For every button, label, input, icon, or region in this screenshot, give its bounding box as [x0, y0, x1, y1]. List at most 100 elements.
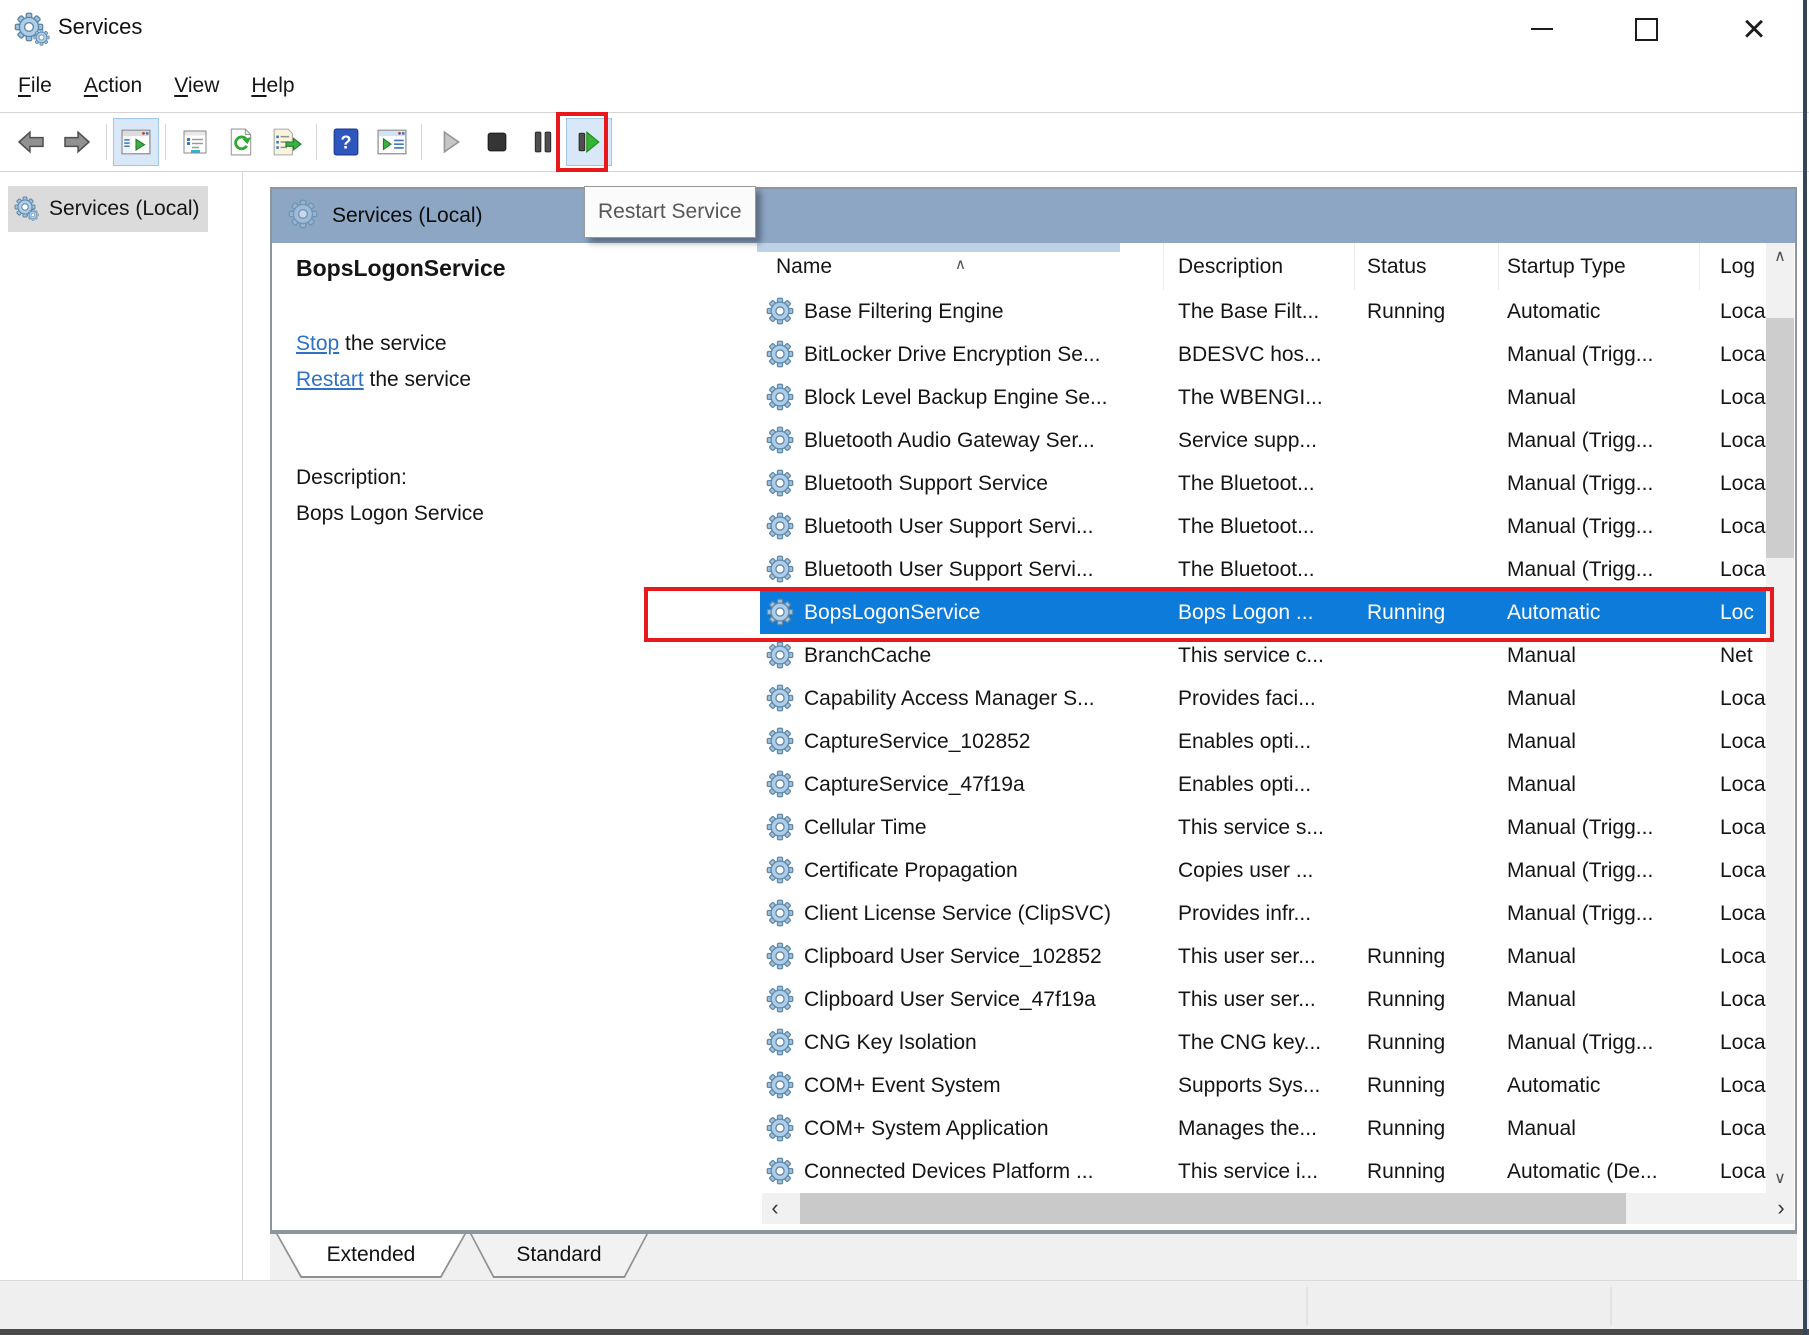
- service-row[interactable]: Block Level Backup Engine Se... The WBEN…: [760, 376, 1766, 419]
- help-button[interactable]: ?: [323, 118, 369, 166]
- service-row[interactable]: Connected Devices Platform ... This serv…: [760, 1150, 1766, 1193]
- forward-button[interactable]: [54, 118, 100, 166]
- maximize-button[interactable]: [1618, 0, 1674, 58]
- service-description: This user ser...: [1164, 978, 1355, 1021]
- service-row[interactable]: CNG Key Isolation The CNG key... Running…: [760, 1021, 1766, 1064]
- service-log-on-as: Loca: [1700, 763, 1766, 806]
- service-description: The Bluetoot...: [1164, 505, 1355, 548]
- service-row[interactable]: COM+ System Application Manages the... R…: [760, 1107, 1766, 1150]
- refresh-button[interactable]: [218, 118, 264, 166]
- show-console-tree-button[interactable]: [113, 118, 159, 166]
- back-button[interactable]: [8, 118, 54, 166]
- service-row[interactable]: BitLocker Drive Encryption Se... BDESVC …: [760, 333, 1766, 376]
- service-row[interactable]: Clipboard User Service_47f19a This user …: [760, 978, 1766, 1021]
- service-description: The Bluetoot...: [1164, 462, 1355, 505]
- service-name: CNG Key Isolation: [804, 1021, 977, 1064]
- service-action-link[interactable]: Stop: [296, 332, 339, 355]
- title-bar: Services ×: [0, 0, 1809, 60]
- service-row[interactable]: Bluetooth User Support Servi... The Blue…: [760, 548, 1766, 591]
- show-extended-view-button[interactable]: [369, 118, 415, 166]
- service-row[interactable]: CaptureService_47f19a Enables opti... Ma…: [760, 763, 1766, 806]
- properties-button[interactable]: [172, 118, 218, 166]
- service-row[interactable]: Bluetooth Audio Gateway Ser... Service s…: [760, 419, 1766, 462]
- service-row[interactable]: COM+ Event System Supports Sys... Runnin…: [760, 1064, 1766, 1107]
- toolbar-separator: [106, 124, 107, 160]
- service-status: [1355, 720, 1499, 763]
- close-button[interactable]: ×: [1726, 0, 1782, 58]
- vertical-scrollbar-thumb[interactable]: [1766, 318, 1794, 558]
- service-row[interactable]: Certificate Propagation Copies user ... …: [760, 849, 1766, 892]
- service-gear-icon: [766, 1114, 796, 1144]
- service-row[interactable]: Bluetooth User Support Servi... The Blue…: [760, 505, 1766, 548]
- service-row[interactable]: Cellular Time This service s... Manual (…: [760, 806, 1766, 849]
- column-header-log[interactable]: Log: [1700, 243, 1766, 290]
- sort-ascending-icon: ∧: [955, 243, 966, 288]
- menu-file[interactable]: File: [2, 74, 68, 98]
- service-row[interactable]: CaptureService_102852 Enables opti... Ma…: [760, 720, 1766, 763]
- service-status: Running: [1355, 1021, 1499, 1064]
- result-pane-header: Services (Local): [272, 189, 1795, 243]
- service-status: Running: [1355, 1150, 1499, 1193]
- service-startup-type: Automatic: [1499, 591, 1700, 634]
- service-name: Connected Devices Platform ...: [804, 1150, 1093, 1193]
- menu-help[interactable]: Help: [235, 74, 310, 98]
- service-action-link[interactable]: Restart: [296, 368, 364, 391]
- service-startup-type: Manual: [1499, 634, 1700, 677]
- service-gear-icon: [766, 512, 796, 542]
- menu-view[interactable]: View: [158, 74, 235, 98]
- scroll-right-icon[interactable]: ›: [1768, 1193, 1794, 1224]
- service-description: This service i...: [1164, 1150, 1355, 1193]
- column-header-name[interactable]: Name∧: [760, 243, 1164, 290]
- service-gear-icon: [766, 727, 796, 757]
- service-description: This service c...: [1164, 634, 1355, 677]
- toolbar-separator: [316, 124, 317, 160]
- scroll-left-icon[interactable]: ‹: [762, 1193, 788, 1224]
- selected-service-name: BopsLogonService: [296, 255, 506, 282]
- stop-service-button[interactable]: [474, 118, 520, 166]
- help-icon: ?: [333, 128, 359, 156]
- restart-service-button[interactable]: [566, 118, 612, 166]
- service-status: [1355, 505, 1499, 548]
- vertical-scrollbar[interactable]: ∧ ∨: [1766, 243, 1794, 1193]
- scroll-down-icon[interactable]: ∨: [1766, 1165, 1794, 1193]
- pause-service-button[interactable]: [520, 118, 566, 166]
- horizontal-scrollbar[interactable]: ‹ ›: [762, 1193, 1794, 1224]
- service-description: Enables opti...: [1164, 763, 1355, 806]
- service-log-on-as: Loca: [1700, 333, 1766, 376]
- service-name: BitLocker Drive Encryption Se...: [804, 333, 1100, 376]
- service-status: [1355, 763, 1499, 806]
- service-log-on-as: Net: [1700, 634, 1766, 677]
- service-description: This user ser...: [1164, 935, 1355, 978]
- service-log-on-as: Loca: [1700, 1150, 1766, 1193]
- service-description: The CNG key...: [1164, 1021, 1355, 1064]
- column-header-startup-type[interactable]: Startup Type: [1499, 243, 1700, 290]
- column-header-description[interactable]: Description: [1164, 243, 1355, 290]
- service-description: The WBENGI...: [1164, 376, 1355, 419]
- service-name: Capability Access Manager S...: [804, 677, 1095, 720]
- toolbar-separator: [165, 124, 166, 160]
- tab-extended[interactable]: Extended: [276, 1234, 466, 1278]
- service-row[interactable]: Client License Service (ClipSVC) Provide…: [760, 892, 1766, 935]
- export-list-button[interactable]: [264, 118, 310, 166]
- column-header-status[interactable]: Status: [1355, 243, 1499, 290]
- service-row[interactable]: Capability Access Manager S... Provides …: [760, 677, 1766, 720]
- service-status: [1355, 849, 1499, 892]
- service-description: The Base Filt...: [1164, 290, 1355, 333]
- scroll-up-icon[interactable]: ∧: [1766, 243, 1794, 271]
- stop-service-icon: [486, 131, 508, 153]
- service-row[interactable]: BopsLogonService Bops Logon ... Running …: [760, 591, 1766, 634]
- menu-action[interactable]: Action: [68, 74, 158, 98]
- start-service-button[interactable]: [428, 118, 474, 166]
- service-row[interactable]: Clipboard User Service_102852 This user …: [760, 935, 1766, 978]
- service-row[interactable]: Bluetooth Support Service The Bluetoot..…: [760, 462, 1766, 505]
- tree-item-services-local[interactable]: Services (Local): [8, 186, 208, 232]
- service-log-on-as: Loca: [1700, 290, 1766, 333]
- services-gears-icon: [14, 196, 40, 222]
- service-name: Cellular Time: [804, 806, 927, 849]
- service-row[interactable]: Base Filtering Engine The Base Filt... R…: [760, 290, 1766, 333]
- minimize-button[interactable]: [1514, 0, 1570, 58]
- service-row[interactable]: BranchCache This service c... Manual Net: [760, 634, 1766, 677]
- tab-standard[interactable]: Standard: [470, 1234, 648, 1278]
- horizontal-scrollbar-thumb[interactable]: [800, 1193, 1626, 1224]
- service-gear-icon: [766, 1071, 796, 1101]
